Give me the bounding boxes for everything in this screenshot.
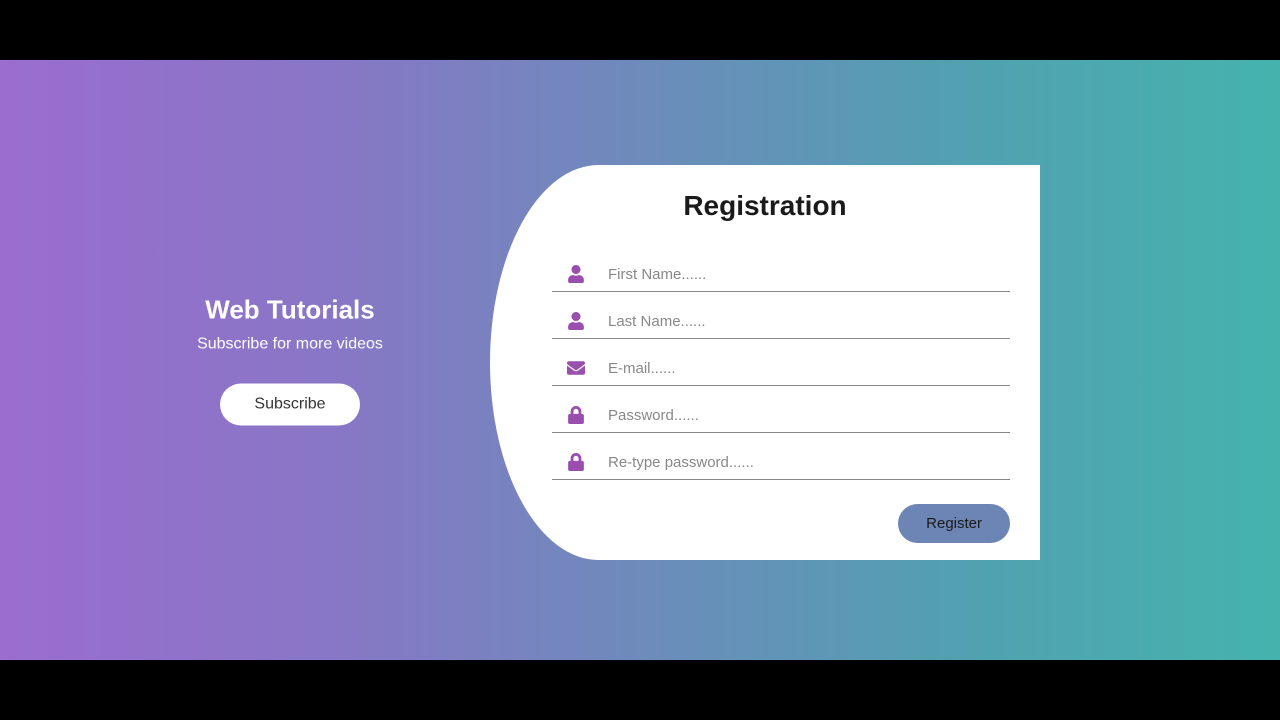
register-button[interactable]: Register — [898, 504, 1010, 543]
lock-icon — [552, 453, 600, 471]
retype-password-row — [552, 445, 1010, 480]
letterbox-bottom — [0, 660, 1280, 720]
left-panel: Web Tutorials Subscribe for more videos … — [140, 295, 440, 426]
envelope-icon — [552, 359, 600, 377]
subscribe-button[interactable]: Subscribe — [220, 384, 359, 426]
last-name-input[interactable] — [600, 313, 1010, 330]
password-row — [552, 398, 1010, 433]
main-content: Web Tutorials Subscribe for more videos … — [0, 60, 1280, 660]
retype-password-input[interactable] — [600, 454, 1010, 471]
user-icon — [552, 265, 600, 283]
email-input[interactable] — [600, 360, 1010, 377]
form-heading: Registration — [520, 190, 1010, 222]
first-name-input[interactable] — [600, 266, 1010, 283]
email-row — [552, 351, 1010, 386]
password-input[interactable] — [600, 407, 1010, 424]
lock-icon — [552, 406, 600, 424]
brand-title: Web Tutorials — [140, 295, 440, 326]
brand-subtitle: Subscribe for more videos — [140, 336, 440, 354]
registration-card: Registration — [490, 165, 1040, 560]
last-name-row — [552, 304, 1010, 339]
letterbox-top — [0, 0, 1280, 60]
first-name-row — [552, 257, 1010, 292]
user-icon — [552, 312, 600, 330]
